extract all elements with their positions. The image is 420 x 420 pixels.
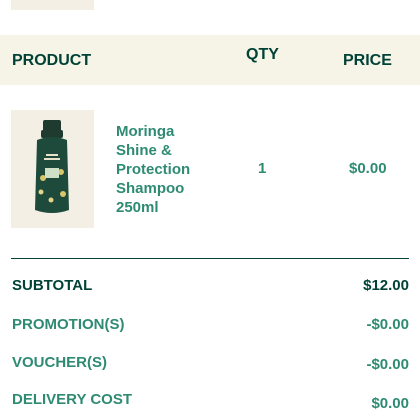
product-qty: 1 bbox=[258, 160, 267, 177]
product-image[interactable] bbox=[11, 110, 94, 228]
promotions-value: -$0.00 bbox=[366, 316, 409, 333]
header-price: PRICE bbox=[343, 52, 392, 69]
divider bbox=[11, 258, 409, 259]
vouchers-label: VOUCHER(S) bbox=[12, 354, 108, 371]
product-name[interactable]: Moringa Shine & Protection Shampoo 250ml bbox=[116, 122, 216, 217]
delivery-label: DELIVERY COST bbox=[12, 391, 133, 408]
delivery-value: $0.00 bbox=[371, 395, 409, 412]
product-price: $0.00 bbox=[349, 160, 387, 177]
subtotal-value: $12.00 bbox=[363, 277, 409, 294]
vouchers-value: -$0.00 bbox=[366, 356, 409, 373]
header-product: PRODUCT bbox=[12, 52, 92, 69]
header-qty: QTY bbox=[246, 46, 279, 63]
subtotal-label: SUBTOTAL bbox=[12, 277, 93, 294]
shampoo-bottle-icon bbox=[35, 120, 69, 213]
previous-item-thumbnail bbox=[11, 0, 94, 10]
promotions-label: PROMOTION(S) bbox=[12, 316, 125, 333]
